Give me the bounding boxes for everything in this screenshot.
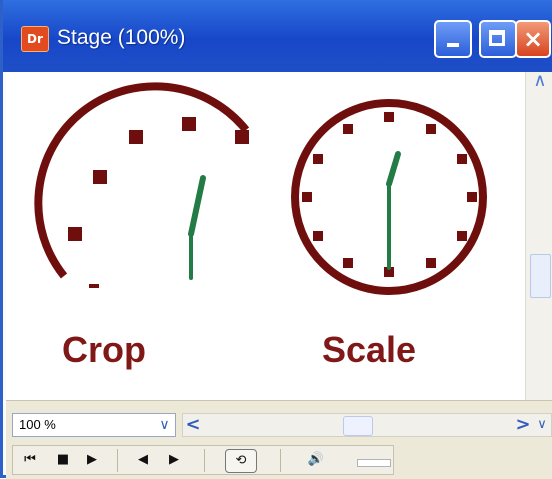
horizontal-scroll-thumb[interactable] xyxy=(343,416,373,436)
window-title: Stage (100%) xyxy=(57,26,186,49)
maximize-button[interactable] xyxy=(479,20,517,58)
step-back-icon[interactable]: ◀ xyxy=(132,449,154,471)
toolbar-divider xyxy=(204,449,205,472)
scale-clock-tick xyxy=(457,154,467,164)
vertical-scrollbar[interactable]: ∧ xyxy=(525,72,552,400)
maximize-icon xyxy=(481,22,515,56)
close-button[interactable]: × xyxy=(515,20,551,58)
scale-clock-tick xyxy=(426,124,436,134)
scale-clock-tick xyxy=(302,192,312,202)
playback-controls: ⏮ ■ ▶ ◀ ▶ ⟲ 🔊 xyxy=(12,445,394,475)
scale-clock-tick xyxy=(426,258,436,268)
loop-icon[interactable]: ⟲ xyxy=(225,449,257,473)
step-forward-icon[interactable]: ▶ xyxy=(163,449,185,471)
volume-slider[interactable] xyxy=(357,459,391,467)
chevron-down-icon[interactable]: ∨ xyxy=(534,414,550,436)
scale-clock-tick xyxy=(384,112,394,122)
scale-clock xyxy=(291,99,487,295)
chevron-down-icon[interactable]: ∨ xyxy=(154,414,175,436)
scale-hour-hand xyxy=(386,151,401,187)
toolbar-divider xyxy=(117,449,118,472)
crop-label: Crop xyxy=(62,329,146,370)
stop-icon[interactable]: ■ xyxy=(52,449,74,471)
minimize-button[interactable] xyxy=(434,20,472,58)
horizontal-scrollbar[interactable]: < > ∨ xyxy=(182,413,552,437)
scale-clock-tick xyxy=(343,124,353,134)
rewind-icon[interactable]: ⏮ xyxy=(19,449,41,471)
scale-clock-tick xyxy=(313,231,323,241)
volume-icon[interactable]: 🔊 xyxy=(305,449,327,471)
app-icon: Dr xyxy=(21,26,49,52)
bottom-toolbar: 100 % ∨ < > ∨ ⏮ ■ ▶ ◀ ▶ ⟲ 🔊 xyxy=(6,400,552,479)
minimize-icon xyxy=(436,22,470,56)
vertical-scroll-thumb[interactable] xyxy=(530,254,551,298)
play-icon[interactable]: ▶ xyxy=(81,449,103,471)
close-icon: × xyxy=(522,25,544,53)
scale-label: Scale xyxy=(322,329,417,370)
scroll-left-icon[interactable]: < xyxy=(183,414,203,436)
scroll-right-icon[interactable]: > xyxy=(513,414,533,436)
scroll-up-icon[interactable]: ∧ xyxy=(530,72,550,90)
title-bar[interactable]: Dr Stage (100%) × xyxy=(3,0,552,72)
stage-canvas: Crop Scale xyxy=(6,72,525,400)
zoom-value: 100 % xyxy=(19,417,56,432)
toolbar-divider xyxy=(280,449,281,472)
scale-clock-tick xyxy=(457,231,467,241)
scale-clock-tick xyxy=(343,258,353,268)
zoom-select[interactable]: 100 % ∨ xyxy=(12,413,176,437)
scale-clock-tick xyxy=(313,154,323,164)
scale-clock-tick xyxy=(467,192,477,202)
stage-window: Dr Stage (100%) × Crop Scale ∧ 100 % ∨ <… xyxy=(0,0,552,479)
